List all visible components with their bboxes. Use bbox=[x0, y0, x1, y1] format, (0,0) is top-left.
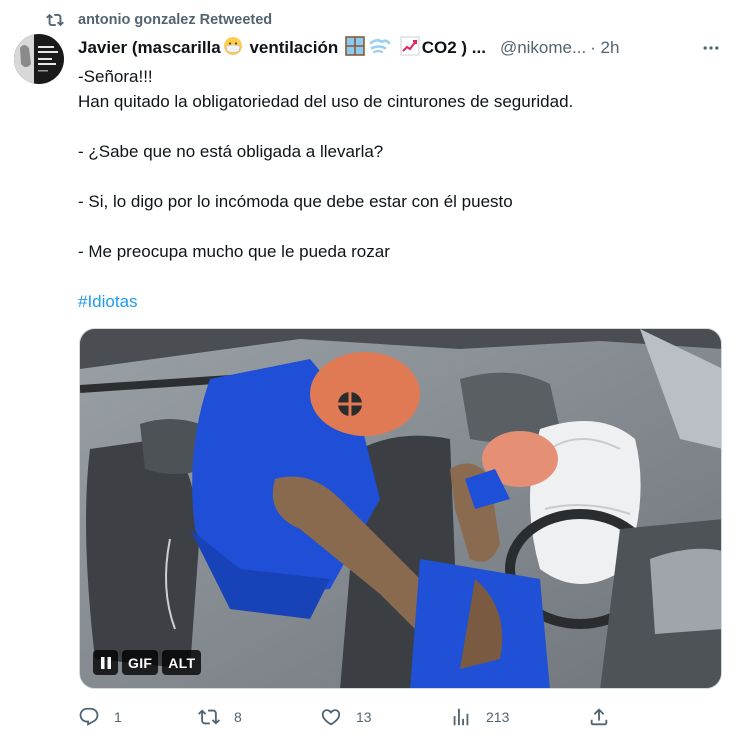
tweet-line: -Señora!!! bbox=[78, 67, 153, 86]
hashtag-link[interactable]: #Idiotas bbox=[78, 292, 138, 311]
tweet-line bbox=[78, 114, 718, 139]
tweet-actions: 1 8 13 213 bbox=[78, 704, 618, 730]
pause-button[interactable] bbox=[93, 650, 118, 675]
retweet-icon bbox=[46, 13, 64, 27]
tweet-header: Javier (mascarilla ventilación CO2 ) ...… bbox=[78, 35, 724, 61]
more-options-button[interactable] bbox=[698, 36, 724, 60]
tweet-line bbox=[78, 214, 718, 239]
views-count: 213 bbox=[486, 709, 510, 725]
tweet-time[interactable]: · 2h bbox=[590, 38, 619, 58]
retweet-count: 8 bbox=[234, 709, 242, 725]
tweet-line: Han quitado la obligatoriedad del uso de… bbox=[78, 92, 574, 111]
like-count: 13 bbox=[356, 709, 372, 725]
share-button[interactable] bbox=[588, 706, 610, 728]
views-button[interactable]: 213 bbox=[450, 706, 509, 728]
heart-icon bbox=[321, 709, 341, 726]
tweet-text: -Señora!!! Han quitado la obligatoriedad… bbox=[78, 64, 718, 314]
window-emoji-icon bbox=[345, 35, 365, 61]
author-handle[interactable]: @nikome... bbox=[500, 38, 586, 58]
author-name[interactable]: Javier (mascarilla ventilación CO2 ) ... bbox=[78, 35, 486, 61]
retweet-context[interactable]: antonio gonzalez Retweeted bbox=[46, 10, 272, 30]
avatar[interactable] bbox=[14, 34, 64, 84]
retweet-label: antonio gonzalez Retweeted bbox=[78, 12, 273, 28]
tweet-line bbox=[78, 164, 718, 189]
reply-count: 1 bbox=[114, 709, 122, 725]
gif-badge: GIF bbox=[122, 650, 159, 675]
mask-emoji-icon bbox=[223, 36, 243, 61]
tweet-line bbox=[78, 264, 718, 289]
tweet-line: - ¿Sabe que no está obligada a llevarla? bbox=[78, 142, 384, 161]
views-chart-icon bbox=[453, 708, 469, 726]
alt-text-button[interactable]: ALT bbox=[162, 650, 202, 675]
tweet-line: - Si, lo digo por lo incómoda que debe e… bbox=[78, 192, 513, 211]
retweet-button[interactable]: 8 bbox=[198, 706, 242, 728]
reply-icon bbox=[79, 707, 99, 726]
wind-emoji-icon bbox=[369, 36, 391, 61]
media-gif[interactable]: GIF ALT bbox=[79, 328, 722, 689]
tweet-line: - Me preocupa mucho que le pueda rozar bbox=[78, 242, 390, 261]
retweet-action-icon bbox=[198, 709, 220, 725]
like-button[interactable]: 13 bbox=[320, 706, 372, 728]
pause-icon bbox=[100, 656, 111, 669]
more-dots-icon bbox=[703, 46, 719, 50]
share-icon bbox=[590, 708, 608, 726]
reply-button[interactable]: 1 bbox=[78, 706, 122, 728]
media-badges: GIF ALT bbox=[93, 650, 202, 675]
chart-increasing-emoji-icon bbox=[400, 36, 420, 61]
